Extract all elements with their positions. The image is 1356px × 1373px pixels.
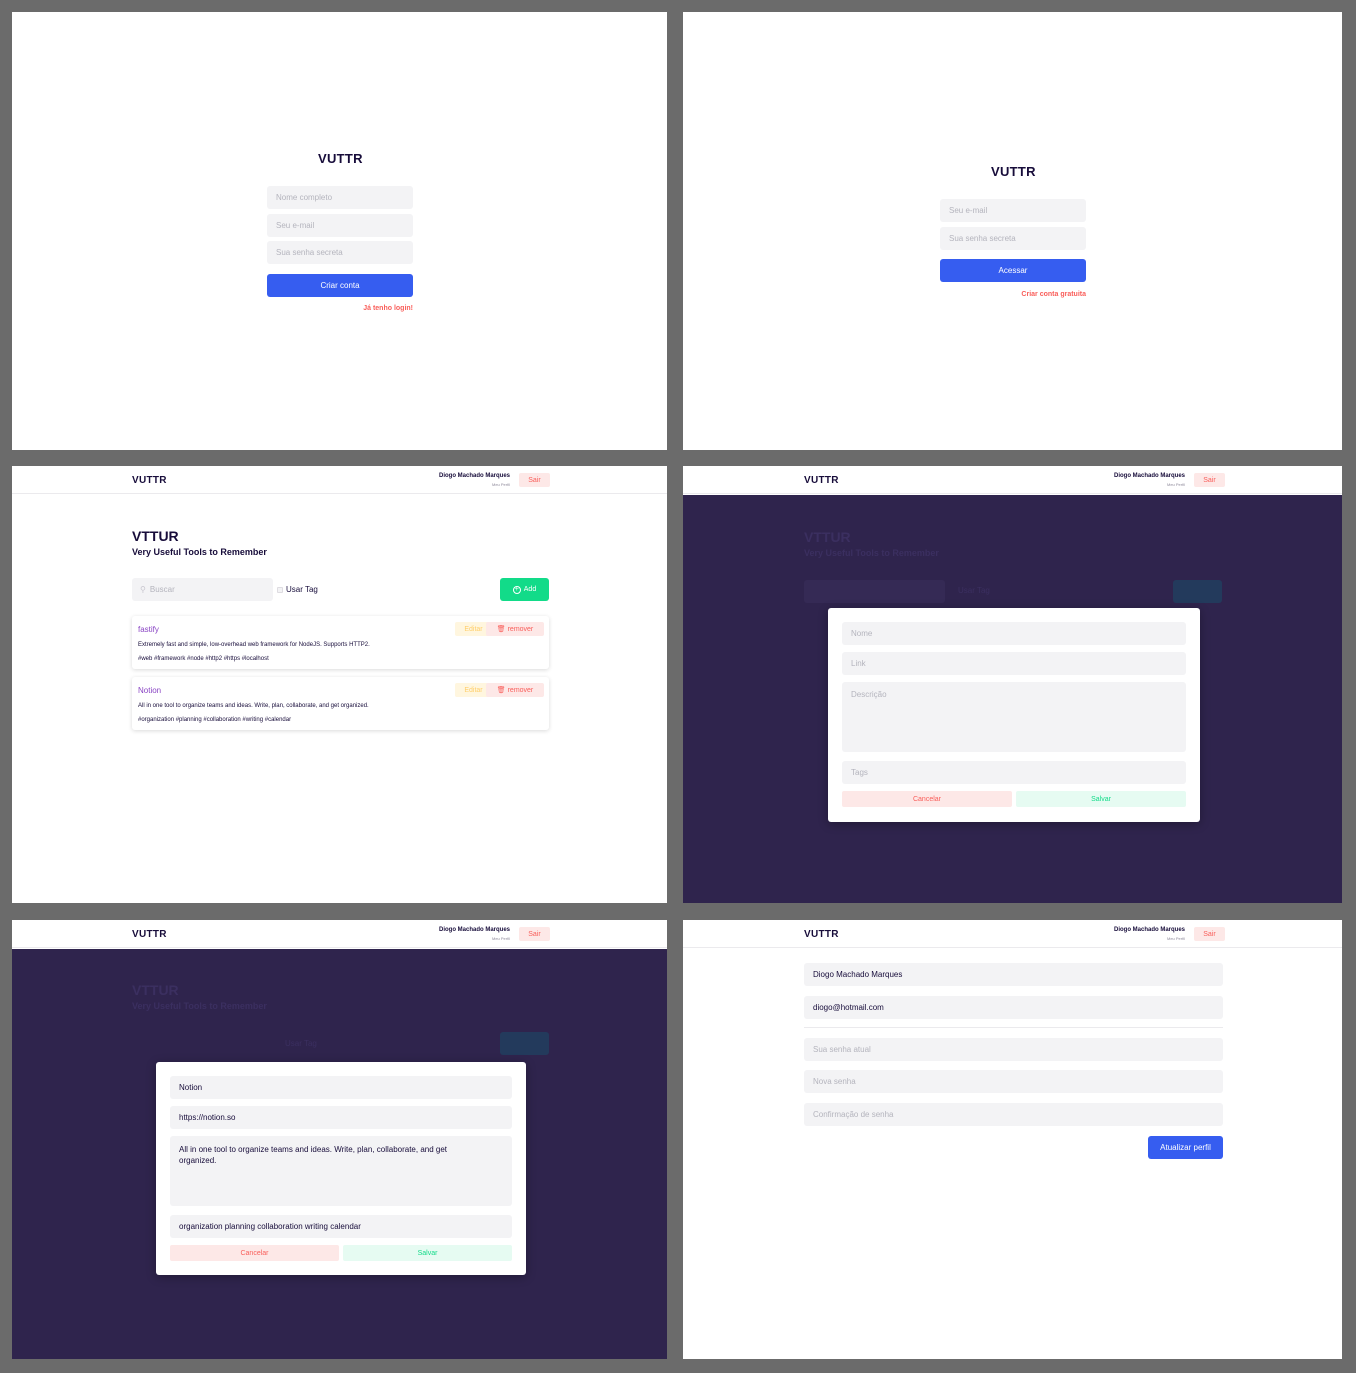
use-tag-label: Usar Tag [958, 586, 990, 595]
tool-tags: #web #framework #node #http2 #https #loc… [138, 656, 269, 662]
brand-logo[interactable]: VUTTR [132, 929, 167, 940]
logout-button[interactable]: Sair [519, 473, 550, 487]
search-placeholder: Buscar [149, 585, 175, 594]
remove-label: remover [507, 625, 534, 633]
save-button[interactable]: Salvar [343, 1245, 512, 1261]
profile-link[interactable]: Meu Perfil [492, 482, 510, 487]
cancel-button[interactable]: Cancelar [170, 1245, 339, 1261]
tool-tags-field[interactable]: Tags [842, 761, 1186, 784]
tool-description-field[interactable]: Descrição [842, 682, 1186, 752]
email-field[interactable]: Seu e-mail [940, 199, 1086, 222]
page-title: VTTUR [132, 528, 179, 544]
new-password-field[interactable]: Nova senha [804, 1070, 1223, 1093]
confirm-password-field[interactable]: Confirmação de senha [804, 1103, 1223, 1126]
tool-description: Extremely fast and simple, low-overhead … [138, 642, 370, 648]
tool-card: fastify Extremely fast and simple, low-o… [132, 616, 549, 669]
tool-tags-field[interactable]: organization planning collaboration writ… [170, 1215, 512, 1238]
tool-link-field[interactable]: https://notion.so [170, 1106, 512, 1129]
use-tag-label: Usar Tag [285, 1039, 317, 1048]
tool-link-field[interactable]: Link [842, 652, 1186, 675]
page-subtitle: Very Useful Tools to Remember [804, 548, 939, 558]
cancel-button[interactable]: Cancelar [842, 791, 1012, 807]
tool-description: All in one tool to organize teams and id… [138, 703, 369, 709]
fullname-field[interactable]: Nome completo [267, 186, 413, 209]
trash-icon: 🗑 [496, 626, 506, 633]
tool-tags: #organization #planning #collaboration #… [138, 717, 292, 723]
tool-name-field[interactable]: Nome [842, 622, 1186, 645]
profile-screen: VUTTR Diogo Machado Marques Meu Perfil S… [683, 920, 1342, 1359]
page-subtitle: Very Useful Tools to Remember [132, 547, 267, 557]
use-tag-checkbox[interactable]: Usar Tag [277, 585, 318, 594]
search-icon: ⚲ [140, 585, 146, 594]
add-tool-button [500, 1032, 549, 1055]
dashboard-screen: VUTTR Diogo Machado Marques Meu Perfil S… [12, 466, 667, 903]
login-link[interactable]: Já tenho login! [313, 305, 413, 312]
brand-logo[interactable]: VUTTR [804, 475, 839, 486]
profile-link[interactable]: Meu Perfil [492, 936, 510, 941]
brand-logo[interactable]: VUTTR [132, 475, 167, 486]
logout-button[interactable]: Sair [519, 927, 550, 941]
signup-link[interactable]: Criar conta gratuita [966, 291, 1086, 298]
trash-icon: 🗑 [496, 687, 506, 694]
remove-button[interactable]: 🗑 remover [486, 622, 544, 636]
page-subtitle: Very Useful Tools to Remember [132, 1001, 267, 1011]
use-tag-label: Usar Tag [286, 585, 318, 594]
user-name: Diogo Machado Marques [1113, 927, 1185, 933]
top-navbar: VUTTR Diogo Machado Marques Meu Perfil S… [683, 466, 1342, 494]
add-tool-modal: Nome Link Descrição Tags Cancelar Salvar [828, 608, 1200, 822]
password-field[interactable]: Sua senha secreta [940, 227, 1086, 250]
update-profile-button[interactable]: Atualizar perfil [1148, 1136, 1223, 1159]
brand-logo[interactable]: VUTTR [804, 929, 839, 940]
password-field[interactable]: Sua senha secreta [267, 241, 413, 264]
search-input[interactable]: ⚲ Buscar [132, 578, 273, 601]
signup-title: VUTTR [318, 151, 363, 166]
remove-label: remover [507, 686, 534, 694]
tool-title[interactable]: Notion [138, 686, 161, 695]
profile-link[interactable]: Meu Perfil [1167, 936, 1185, 941]
page-title: VTTUR [804, 529, 851, 545]
edit-tool-modal: Notion https://notion.so All in one tool… [156, 1062, 526, 1275]
tool-description-field[interactable]: All in one tool to organize teams and id… [170, 1136, 512, 1206]
user-name: Diogo Machado Marques [1113, 473, 1185, 479]
logout-button[interactable]: Sair [1194, 927, 1225, 941]
top-navbar: VUTTR Diogo Machado Marques Meu Perfil S… [12, 466, 667, 494]
add-tool-button [1173, 580, 1222, 603]
current-password-field[interactable]: Sua senha atual [804, 1038, 1223, 1061]
user-name: Diogo Machado Marques [438, 473, 510, 479]
tool-card: Notion All in one tool to organize teams… [132, 677, 549, 730]
top-navbar: VUTTR Diogo Machado Marques Meu Perfil S… [683, 920, 1342, 948]
login-screen: VUTTR Seu e-mail Sua senha secreta Acess… [683, 12, 1342, 450]
tool-title[interactable]: fastify [138, 625, 159, 634]
remove-button[interactable]: 🗑 remover [486, 683, 544, 697]
edit-tool-screen: VUTTR Diogo Machado Marques Meu Perfil S… [12, 920, 667, 1359]
add-tool-button[interactable]: + Add [500, 578, 549, 601]
checkbox-box[interactable] [277, 586, 283, 593]
plus-circle-icon: + [512, 585, 521, 594]
create-account-button[interactable]: Criar conta [267, 274, 413, 297]
page-title: VTTUR [132, 982, 179, 998]
email-field[interactable]: Seu e-mail [267, 214, 413, 237]
user-name: Diogo Machado Marques [438, 927, 510, 933]
login-title: VUTTR [991, 164, 1036, 179]
add-label: Add [523, 586, 537, 593]
top-navbar: VUTTR Diogo Machado Marques Meu Perfil S… [12, 920, 667, 948]
search-input [804, 580, 945, 603]
tool-name-field[interactable]: Notion [170, 1076, 512, 1099]
login-button[interactable]: Acessar [940, 259, 1086, 282]
profile-name-field[interactable]: Diogo Machado Marques [804, 963, 1223, 986]
profile-email-field[interactable]: diogo@hotmail.com [804, 996, 1223, 1019]
profile-link[interactable]: Meu Perfil [1167, 482, 1185, 487]
signup-screen: VUTTR Nome completo Seu e-mail Sua senha… [12, 12, 667, 450]
save-button[interactable]: Salvar [1016, 791, 1186, 807]
add-tool-screen: VUTTR Diogo Machado Marques Meu Perfil S… [683, 466, 1342, 903]
section-divider [804, 1027, 1223, 1028]
logout-button[interactable]: Sair [1194, 473, 1225, 487]
